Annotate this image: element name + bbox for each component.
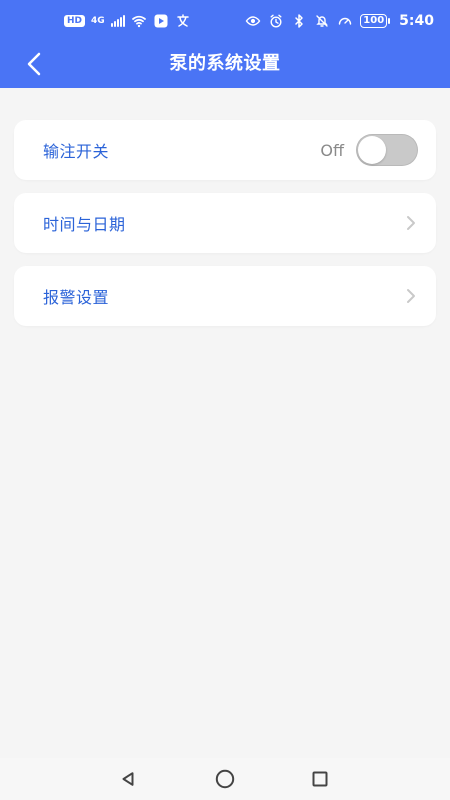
battery-cap — [388, 18, 391, 24]
infusion-switch-state: Off — [320, 140, 344, 160]
screen: HD 4G 100 5:40 泵的系统设置 输注开关 Off 时间与日期 报警设… — [0, 0, 450, 800]
status-bar: HD 4G 100 5:40 — [0, 0, 450, 40]
infusion-switch-toggle[interactable] — [356, 134, 418, 166]
system-home-button[interactable] — [213, 767, 237, 791]
play-store-icon — [154, 14, 168, 28]
time-and-date-row[interactable]: 时间与日期 — [14, 193, 436, 253]
alarm-settings-row[interactable]: 报警设置 — [14, 266, 436, 326]
toggle-knob — [358, 136, 386, 164]
infusion-switch-controls: Off — [320, 134, 418, 166]
top-app-bar: HD 4G 100 5:40 泵的系统设置 — [0, 0, 450, 88]
infusion-switch-row[interactable]: 输注开关 Off — [14, 120, 436, 180]
time-and-date-label: 时间与日期 — [43, 215, 126, 234]
back-button[interactable] — [12, 42, 56, 86]
page-title: 泵的系统设置 — [169, 53, 281, 74]
status-left: HD 4G — [64, 12, 191, 30]
alarm-settings-label: 报警设置 — [43, 288, 110, 307]
status-time: 5:40 — [399, 13, 434, 29]
eye-icon — [245, 16, 261, 26]
signal-bars-icon — [110, 15, 125, 27]
hd-badge: HD — [64, 15, 86, 27]
bluetooth-icon — [295, 14, 304, 28]
square-recent-icon — [312, 771, 328, 787]
battery-level: 100 — [360, 14, 388, 28]
infusion-switch-label: 输注开关 — [43, 142, 110, 161]
battery-indicator: 100 — [360, 14, 391, 28]
system-back-button[interactable] — [116, 767, 140, 791]
system-navigation-bar — [0, 758, 450, 800]
alarm-icon — [270, 14, 282, 28]
mute-icon — [316, 15, 328, 27]
triangle-back-icon — [122, 772, 134, 786]
translate-icon — [176, 14, 189, 27]
network-badge: 4G — [91, 16, 105, 26]
circle-home-icon — [215, 769, 235, 789]
status-right: 100 5:40 — [245, 12, 434, 30]
chevron-right-icon — [407, 216, 415, 230]
navigation-bar: 泵的系统设置 — [0, 40, 450, 88]
system-recent-button[interactable] — [308, 767, 332, 791]
settings-content: 输注开关 Off 时间与日期 报警设置 — [0, 88, 450, 758]
speed-icon — [339, 17, 352, 25]
chevron-left-icon — [27, 52, 41, 76]
chevron-right-icon — [407, 289, 415, 303]
wifi-icon — [131, 15, 146, 28]
